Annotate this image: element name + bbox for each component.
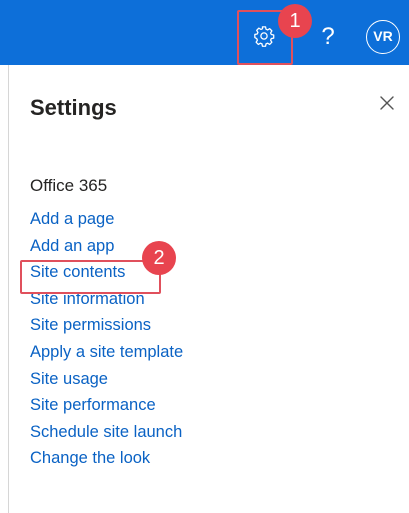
panel-divider	[8, 65, 9, 513]
gear-icon	[253, 25, 275, 52]
screenshot-frame: ? VR 1 Settings Office 365 Add a page Ad…	[0, 0, 409, 513]
link-schedule-site-launch[interactable]: Schedule site launch	[30, 419, 183, 446]
link-change-the-look[interactable]: Change the look	[30, 445, 183, 472]
link-add-a-page[interactable]: Add a page	[30, 206, 183, 233]
settings-button[interactable]	[248, 22, 280, 54]
link-site-information[interactable]: Site information	[30, 286, 183, 313]
link-site-usage[interactable]: Site usage	[30, 366, 183, 393]
close-panel-button[interactable]	[374, 92, 400, 118]
avatar[interactable]: VR	[366, 20, 400, 54]
section-heading-office-365: Office 365	[30, 176, 108, 195]
link-apply-site-template[interactable]: Apply a site template	[30, 339, 183, 366]
link-site-performance[interactable]: Site performance	[30, 392, 183, 419]
help-button[interactable]: ?	[316, 22, 340, 52]
panel-title: Settings	[30, 95, 117, 120]
link-site-permissions[interactable]: Site permissions	[30, 312, 183, 339]
close-icon	[379, 95, 395, 116]
step-1-badge: 1	[278, 4, 312, 38]
suite-bar: ? VR	[0, 0, 409, 65]
step-2-badge: 2	[142, 241, 176, 275]
